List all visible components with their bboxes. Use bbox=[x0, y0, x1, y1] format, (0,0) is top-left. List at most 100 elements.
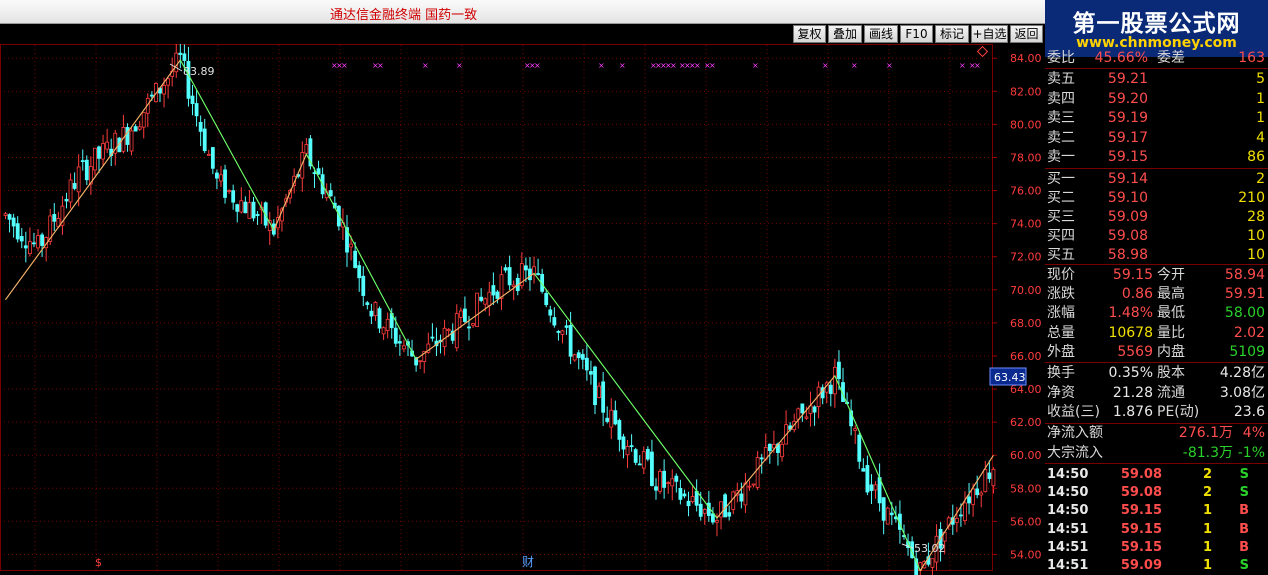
y-tick-label: 78.00 bbox=[1010, 151, 1042, 164]
candle bbox=[727, 505, 732, 521]
candle bbox=[536, 258, 540, 276]
candle bbox=[593, 365, 597, 415]
draw-line-button[interactable]: 画线 bbox=[864, 25, 898, 43]
trade-row: 14:51 59.15 1 B bbox=[1047, 521, 1249, 537]
zigzag-segment bbox=[919, 454, 994, 571]
candle bbox=[723, 492, 728, 518]
candle bbox=[629, 434, 634, 452]
candle bbox=[231, 184, 236, 210]
trade-row: 14:50 59.15 1 B bbox=[1047, 503, 1249, 519]
zigzag-segment bbox=[305, 153, 417, 360]
y-tick-label: 74.00 bbox=[1010, 218, 1042, 231]
candle bbox=[873, 481, 878, 499]
candle bbox=[678, 479, 683, 505]
fuquan-button[interactable]: 复权 bbox=[793, 25, 826, 43]
candle bbox=[125, 123, 130, 152]
candle bbox=[885, 506, 890, 525]
candle bbox=[52, 203, 57, 231]
y-tick-label: 68.00 bbox=[1010, 317, 1042, 330]
y-tick-label: 72.00 bbox=[1010, 251, 1042, 264]
y-tick-label: 54.00 bbox=[1010, 548, 1042, 561]
candle bbox=[861, 458, 866, 472]
candle bbox=[166, 76, 171, 99]
candle bbox=[251, 197, 256, 222]
chart-grid bbox=[0, 44, 993, 571]
candle bbox=[511, 280, 516, 301]
candle bbox=[491, 272, 496, 305]
candle bbox=[402, 339, 406, 353]
y-tick-label: 62.00 bbox=[1010, 416, 1042, 429]
bid-row[interactable]: 买四 59.08 10 bbox=[1045, 227, 1268, 246]
candle bbox=[40, 232, 44, 258]
candle bbox=[564, 319, 569, 335]
back-button[interactable]: 返回 bbox=[1010, 25, 1043, 43]
candle bbox=[731, 490, 736, 515]
bid-row[interactable]: 买二 59.10 210 bbox=[1045, 189, 1268, 208]
candle bbox=[650, 439, 654, 487]
kline-chart[interactable]: 84.00 82.00 80.00 78.00 76.00 74.00 72.00 70.00… bbox=[0, 44, 1045, 575]
candle bbox=[174, 44, 179, 78]
candle bbox=[702, 508, 707, 525]
candle bbox=[869, 474, 874, 505]
y-tick-label: 76.00 bbox=[1010, 185, 1042, 198]
y-tick-label: 84.00 bbox=[1010, 52, 1042, 65]
candle bbox=[576, 349, 581, 370]
candle bbox=[747, 480, 752, 491]
quote-row: 总量 10678 量比 2.02 bbox=[1047, 324, 1265, 341]
candle bbox=[471, 323, 475, 328]
candle bbox=[23, 231, 28, 263]
candle bbox=[751, 483, 756, 488]
zigzag-segment bbox=[533, 272, 718, 519]
ask-row[interactable]: 卖一 59.15 86 bbox=[1045, 148, 1268, 167]
ask-row[interactable]: 卖四 59.20 1 bbox=[1045, 90, 1268, 109]
f10-button[interactable]: F10 bbox=[900, 25, 933, 43]
signal-x-marker: × bbox=[598, 61, 605, 70]
fund-flow-row: 大宗流入 -81.3万 -1% bbox=[1047, 444, 1265, 461]
mark-button[interactable]: 标记 bbox=[935, 25, 969, 43]
ask-row[interactable]: 卖三 59.19 1 bbox=[1045, 109, 1268, 128]
quote-row: 涨跌 0.86 最高 59.91 bbox=[1047, 286, 1265, 303]
signal-x-marker: × bbox=[422, 61, 429, 70]
ask-row[interactable]: 卖二 59.17 4 bbox=[1045, 129, 1268, 148]
candle bbox=[580, 349, 585, 370]
candle bbox=[780, 441, 784, 462]
high-annotation: 83.89 bbox=[183, 65, 215, 78]
candle bbox=[373, 301, 378, 321]
bid-row[interactable]: 买五 58.98 10 bbox=[1045, 246, 1268, 265]
current-price-tag: 63.43 bbox=[994, 371, 1026, 384]
candle bbox=[694, 479, 699, 512]
candle bbox=[381, 326, 386, 341]
event-marker-dollar[interactable]: $ bbox=[95, 556, 102, 569]
zigzag-line bbox=[5, 59, 994, 572]
candle bbox=[820, 384, 825, 405]
trade-row: 14:51 59.09 1 S bbox=[1047, 558, 1249, 573]
candle bbox=[666, 481, 671, 494]
candle bbox=[206, 149, 211, 156]
candle bbox=[129, 127, 134, 156]
candle bbox=[259, 201, 264, 224]
candle bbox=[857, 432, 862, 469]
event-marker-finance[interactable]: 财 bbox=[522, 555, 534, 569]
quote-row: 现价 59.15 今开 58.94 bbox=[1047, 267, 1265, 283]
candle bbox=[849, 399, 854, 436]
overlay-button[interactable]: 叠加 bbox=[828, 25, 862, 43]
candle bbox=[121, 114, 126, 154]
candle bbox=[560, 329, 565, 344]
candle bbox=[3, 212, 8, 220]
fundamental-row: 收益(三) 1.876 PE(动) 23.6 bbox=[1047, 404, 1265, 420]
ask-row[interactable]: 卖五 59.21 5 bbox=[1045, 70, 1268, 89]
add-watchlist-button[interactable]: +自选 bbox=[971, 25, 1008, 43]
candle bbox=[109, 138, 114, 166]
diamond-icon[interactable] bbox=[976, 45, 989, 58]
candle bbox=[658, 468, 662, 495]
quote-panel: 委比 45.66% 委差 163 卖五 59.21 5 卖四 59.20 1 卖三 59.19… bbox=[1045, 50, 1268, 575]
candle bbox=[44, 236, 49, 262]
candle bbox=[365, 300, 370, 310]
bid-row[interactable]: 买三 59.09 28 bbox=[1045, 208, 1268, 227]
candle bbox=[589, 360, 593, 385]
signal-x-marker: × bbox=[456, 61, 463, 70]
candle bbox=[418, 360, 423, 370]
zigzag-segment bbox=[179, 59, 275, 231]
bid-row[interactable]: 买一 59.14 2 bbox=[1045, 170, 1268, 189]
y-tick-label: 66.00 bbox=[1010, 350, 1042, 363]
